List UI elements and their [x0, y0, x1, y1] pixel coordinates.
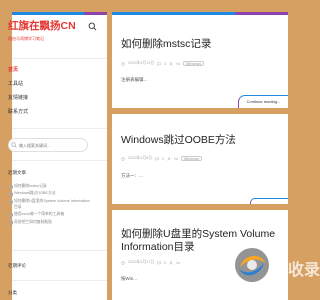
- site-title[interactable]: 红旗在飘扬CN: [8, 18, 76, 33]
- list-item[interactable]: 如何删除mstsc记录: [8, 183, 92, 190]
- watermark-text: 快收录: [272, 262, 320, 279]
- user-icon: [169, 61, 173, 66]
- post-comment-count[interactable]: 2: [162, 157, 164, 161]
- categories-title: 分类: [8, 290, 17, 295]
- watermark-logo-icon: [235, 248, 269, 282]
- post-title-line: 如何删除U盘里的System Volume: [121, 228, 276, 240]
- clock-icon: [121, 156, 125, 161]
- site-subtitle: 随由马哥博学习笔记: [8, 36, 44, 41]
- divider: [12, 128, 107, 129]
- nav-item-contact[interactable]: 联系方式: [8, 110, 88, 124]
- post-author[interactable]: hc: [176, 261, 180, 265]
- user-icon: [167, 156, 171, 161]
- recent-posts-title: 近期文章: [8, 170, 26, 175]
- list-item[interactable]: 如何删除U盘里的System Volume Information目录: [8, 198, 92, 210]
- continue-reading-button[interactable]: [250, 198, 288, 204]
- post-card: Windows跳过OOBE方法 2023年4月6日 2 hc Windows 方…: [112, 114, 288, 204]
- post-meta: 2023年4月13日 2 hc Windows: [121, 61, 204, 66]
- post-author[interactable]: hc: [174, 157, 178, 161]
- post-excerpt: 按Win...: [121, 276, 138, 281]
- post-author[interactable]: hc: [176, 62, 180, 66]
- continue-reading-button[interactable]: Continue reading...: [238, 95, 288, 108]
- user-icon: [169, 260, 173, 265]
- nav-item-friend-links[interactable]: 友情链接: [8, 96, 88, 110]
- sidebar-accent-bar: [84, 12, 107, 15]
- recent-posts-list: 如何删除mstsc记录 Windows跳过OOBE方法 如何删除U盘里的Syst…: [8, 183, 92, 226]
- post-comment-count[interactable]: 0: [164, 261, 166, 265]
- post-meta: 2023年4月6日 2 hc Windows: [121, 156, 202, 161]
- divider: [12, 250, 107, 251]
- post-meta: 2023年3月27日 0 hc: [121, 260, 180, 265]
- post-tag[interactable]: Windows: [181, 156, 202, 161]
- comment-icon: [157, 62, 161, 66]
- clock-icon: [121, 260, 125, 265]
- post-date: 2023年4月13日: [128, 61, 155, 65]
- main-nav: 首页 工具站 友情链接 联系方式: [8, 68, 88, 124]
- search-icon[interactable]: [88, 22, 97, 31]
- post-excerpt: 方法一：...: [121, 173, 143, 178]
- nav-item-tools[interactable]: 工具站: [8, 82, 88, 96]
- divider: [12, 160, 107, 161]
- sidebar: [12, 12, 107, 300]
- recent-comments-title: 近期评论: [8, 263, 26, 268]
- post-excerpt: 注册表编辑...: [121, 77, 148, 82]
- comment-icon: [155, 157, 159, 161]
- post-title[interactable]: Windows跳过OOBE方法: [121, 134, 236, 147]
- post-title[interactable]: 如何删除mstsc记录: [121, 38, 211, 51]
- divider: [12, 280, 107, 281]
- search-icon: [11, 142, 17, 148]
- divider: [12, 58, 107, 59]
- list-item[interactable]: 使用echo做一个简单的工具箱: [8, 211, 92, 218]
- list-item[interactable]: Windows跳过OOBE方法: [8, 190, 92, 197]
- search-input[interactable]: [8, 138, 88, 152]
- post-date: 2023年4月6日: [128, 156, 153, 160]
- list-item[interactable]: 奇迹吧兰如何复制粘贴: [8, 219, 92, 225]
- post-card: 如何删除mstsc记录 2023年4月13日 2 hc Windows 注册表编…: [112, 12, 288, 108]
- clock-icon: [121, 61, 125, 66]
- post-comment-count[interactable]: 2: [164, 62, 166, 66]
- comment-icon: [157, 261, 161, 265]
- post-tag[interactable]: Windows: [183, 61, 204, 66]
- nav-item-home[interactable]: 首页: [8, 68, 88, 82]
- post-date: 2023年3月27日: [128, 260, 155, 264]
- card-accent-bar: [112, 12, 288, 15]
